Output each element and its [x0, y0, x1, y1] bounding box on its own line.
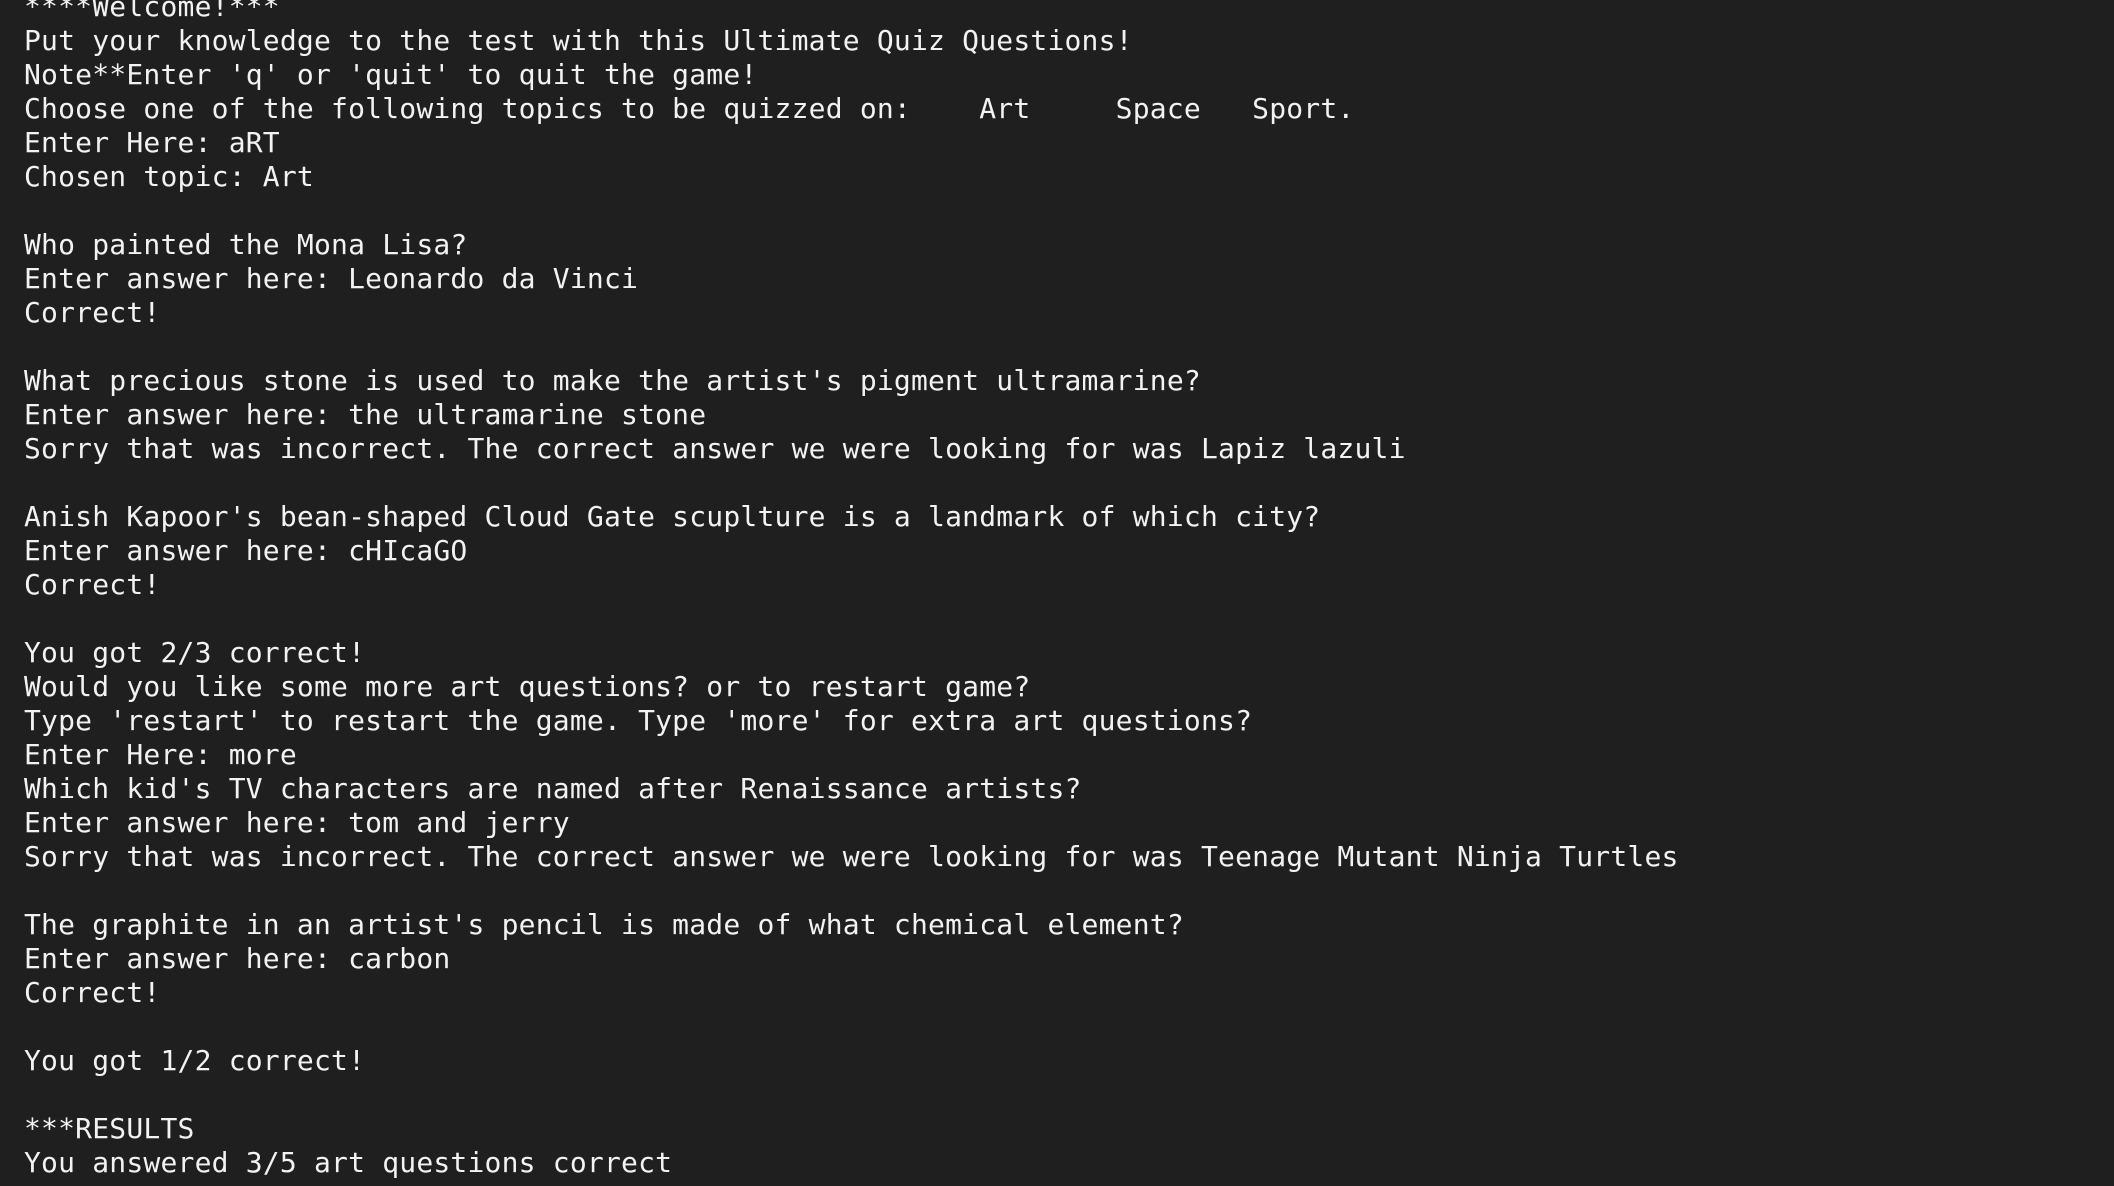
question-line: Anish Kapoor's bean-shaped Cloud Gate sc…	[24, 500, 1321, 533]
quit-note: Note**Enter 'q' or 'quit' to quit the ga…	[24, 58, 758, 91]
topic-input-line: Enter Here: aRT	[24, 126, 280, 159]
answer-line: Enter answer here: cHIcaGO	[24, 534, 468, 567]
welcome-banner: ****Welcome!***	[24, 0, 280, 23]
answer-line: Enter answer here: carbon	[24, 942, 451, 975]
more-prompt-line: Would you like some more art questions? …	[24, 670, 1031, 703]
question-line: Who painted the Mona Lisa?	[24, 228, 468, 261]
more-input-line: Enter Here: more	[24, 738, 297, 771]
answer-line: Enter answer here: tom and jerry	[24, 806, 570, 839]
question-line: Which kid's TV characters are named afte…	[24, 772, 1082, 805]
score-line: You got 2/3 correct!	[24, 636, 366, 669]
answer-line: Enter answer here: Leonardo da Vinci	[24, 262, 639, 295]
intro-line: Put your knowledge to the test with this…	[24, 24, 1133, 57]
feedback-line: Sorry that was incorrect. The correct an…	[24, 840, 1679, 873]
results-header: ***RESULTS	[24, 1112, 195, 1145]
chosen-topic-line: Chosen topic: Art	[24, 160, 314, 193]
terminal-window[interactable]: ****Welcome!*** Put your knowledge to th…	[0, 0, 2114, 1186]
score-line: You got 1/2 correct!	[24, 1044, 366, 1077]
feedback-line: Sorry that was incorrect. The correct an…	[24, 432, 1406, 465]
question-line: The graphite in an artist's pencil is ma…	[24, 908, 1184, 941]
results-summary: You answered 3/5 art questions correct	[24, 1146, 673, 1179]
question-line: What precious stone is used to make the …	[24, 364, 1201, 397]
terminal-output: ****Welcome!*** Put your knowledge to th…	[24, 0, 1679, 1180]
feedback-line: Correct!	[24, 568, 161, 601]
feedback-line: Correct!	[24, 976, 161, 1009]
answer-line: Enter answer here: the ultramarine stone	[24, 398, 707, 431]
feedback-line: Correct!	[24, 296, 161, 329]
topic-prompt: Choose one of the following topics to be…	[24, 92, 1355, 125]
restart-instructions-line: Type 'restart' to restart the game. Type…	[24, 704, 1253, 737]
